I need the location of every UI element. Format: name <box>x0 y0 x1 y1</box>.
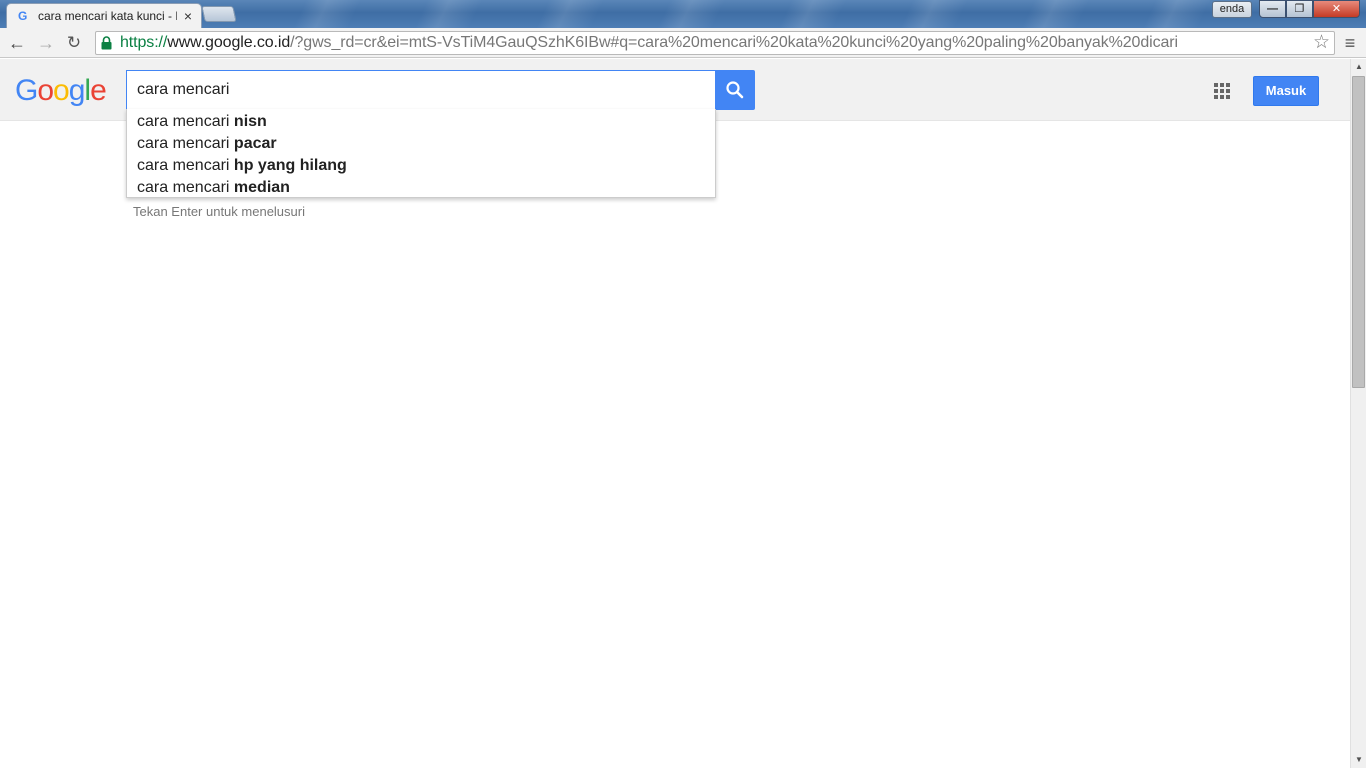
maximize-button[interactable]: ❐ <box>1286 0 1313 18</box>
back-arrow-icon[interactable]: ← <box>6 32 28 54</box>
suggestion-completion: hp yang hilang <box>233 157 347 174</box>
scroll-up-arrow-icon[interactable]: ▲ <box>1351 59 1366 75</box>
search-button[interactable] <box>715 70 755 110</box>
autocomplete-dropdown: cara mencari nisn cara mencari pacar cara … <box>126 109 716 198</box>
suggestion-prefix: cara mencari <box>137 113 234 130</box>
sign-in-button[interactable]: Masuk <box>1253 76 1319 106</box>
url-text: https://www.google.co.id/?gws_rd=cr&ei=m… <box>120 34 1178 52</box>
google-logo[interactable]: Google <box>15 74 107 108</box>
search-input[interactable] <box>127 71 716 109</box>
suggestion-prefix: cara mencari <box>137 179 234 196</box>
url-host: www.google.co.id <box>167 34 291 51</box>
window-titlebar: G cara mencari kata kunci - Penelusuran … <box>0 0 1366 28</box>
scroll-down-arrow-icon[interactable]: ▼ <box>1351 752 1366 768</box>
search-icon <box>726 81 744 99</box>
titlebar-glass <box>240 0 1240 28</box>
new-tab-button[interactable] <box>201 6 237 22</box>
window-controls: — ❐ ✕ <box>1259 0 1360 19</box>
suggestion-prefix: cara mencari <box>137 135 234 152</box>
minimize-button[interactable]: — <box>1259 0 1286 18</box>
tab-close-icon[interactable]: × <box>181 9 195 23</box>
url-scheme: https:// <box>120 34 168 51</box>
suggestion-completion: pacar <box>233 135 277 152</box>
scroll-thumb[interactable] <box>1352 76 1365 388</box>
logo-letter: e <box>90 74 107 107</box>
browser-toolbar: ← → ↻ https://www.google.co.id/?gws_rd=c… <box>0 28 1366 58</box>
forward-arrow-icon[interactable]: → <box>35 32 57 54</box>
tab-title: cara mencari kata kunci - Penelusuran Go… <box>38 9 177 23</box>
suggestion-item[interactable]: cara mencari nisn <box>127 111 715 133</box>
profile-button[interactable]: enda <box>1212 1 1252 18</box>
address-bar[interactable]: https://www.google.co.id/?gws_rd=cr&ei=m… <box>95 31 1335 55</box>
suggestion-item[interactable]: cara mencari median <box>127 177 715 199</box>
logo-letter: G <box>15 74 38 107</box>
close-window-button[interactable]: ✕ <box>1313 0 1360 18</box>
logo-letter: o <box>37 74 54 107</box>
bookmark-star-icon[interactable]: ☆ <box>1313 32 1330 54</box>
suggestion-item[interactable]: cara mencari hp yang hilang <box>127 155 715 177</box>
apps-grid-icon[interactable] <box>1214 83 1230 99</box>
url-path: /?gws_rd=cr&ei=mtS-VsTiM4GauQSzhK6IBw#q=… <box>290 34 1178 51</box>
logo-letter: g <box>68 74 86 107</box>
reload-icon[interactable]: ↻ <box>63 32 85 54</box>
browser-menu-icon[interactable]: ≡ <box>1340 33 1360 53</box>
suggestion-completion: median <box>233 179 290 196</box>
page-scrollbar[interactable]: ▲ ▼ <box>1350 59 1366 768</box>
search-hint: Tekan Enter untuk menelusuri <box>133 204 305 219</box>
suggestion-completion: nisn <box>233 113 267 130</box>
search-box[interactable] <box>126 70 716 110</box>
browser-tab-active[interactable]: G cara mencari kata kunci - Penelusuran … <box>6 3 202 28</box>
google-favicon-icon: G <box>18 9 28 23</box>
logo-letter: o <box>53 74 70 107</box>
suggestion-prefix: cara mencari <box>137 157 234 174</box>
lock-icon <box>101 36 112 50</box>
suggestion-item[interactable]: cara mencari pacar <box>127 133 715 155</box>
